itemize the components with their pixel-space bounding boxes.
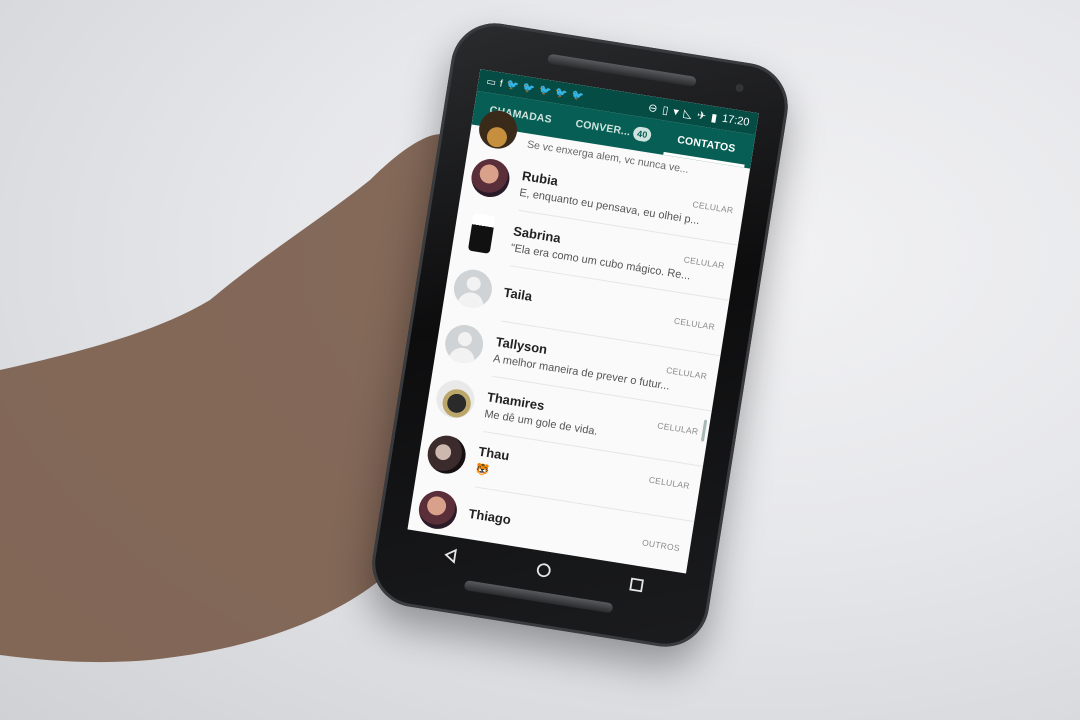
airplane-icon: ✈ (696, 109, 708, 123)
battery-icon: ▮ (710, 111, 718, 125)
vibrate-icon: ▯ (661, 103, 670, 117)
contact-type: CELULAR (683, 253, 726, 271)
default-avatar-icon[interactable] (442, 322, 486, 366)
screen: ▭ f 🐦 🐦 🐦 🐦 🐦 ⊖ ▯ ▾ ◺ ✈ ▮ 17:20 CHAMADAS… (407, 69, 759, 574)
contact-name: Thau (477, 443, 511, 464)
back-icon[interactable] (434, 538, 468, 572)
default-avatar-icon[interactable] (451, 266, 495, 311)
twitter-icon: 🐦 (538, 84, 553, 97)
twitter-icon: 🐦 (505, 78, 520, 92)
avatar[interactable] (468, 156, 513, 200)
avatar[interactable] (416, 488, 460, 532)
contact-type: CELULAR (665, 364, 708, 381)
clock: 17:20 (721, 112, 751, 129)
twitter-icon: 🐦 (570, 89, 585, 103)
do-not-disturb-icon: ⊖ (647, 101, 659, 115)
contact-name: Rubia (521, 167, 560, 189)
unread-badge: 40 (632, 125, 653, 143)
home-icon[interactable] (527, 553, 561, 587)
avatar[interactable] (467, 212, 496, 254)
avatar[interactable] (433, 377, 478, 422)
tab-label: CONVER... (574, 117, 632, 139)
scene: ▭ f 🐦 🐦 🐦 🐦 🐦 ⊖ ▯ ▾ ◺ ✈ ▮ 17:20 CHAMADAS… (0, 0, 1080, 720)
wifi-icon: ▾ (672, 105, 680, 119)
recents-icon[interactable] (619, 568, 653, 602)
contact-type: CELULAR (673, 315, 716, 332)
contact-name: Sabrina (512, 222, 562, 246)
contact-type: OUTROS (641, 536, 681, 553)
contact-type: CELULAR (691, 198, 735, 215)
message-icon: ▭ (485, 75, 497, 89)
earpiece-speaker (547, 53, 697, 87)
twitter-icon: 🐦 (554, 86, 569, 100)
contact-type: CELULAR (648, 474, 691, 491)
contact-name: Thiago (467, 505, 513, 527)
twitter-icon: 🐦 (521, 81, 536, 95)
tab-label: CONTATOS (676, 133, 737, 155)
facebook-icon: f (498, 77, 504, 90)
contact-name: Taila (502, 284, 534, 304)
front-camera (735, 83, 745, 93)
no-signal-icon: ◺ (682, 107, 694, 121)
contact-type: CELULAR (656, 419, 700, 437)
avatar[interactable] (424, 432, 469, 477)
contact-list[interactable]: Se vc enxerga alem, vc nunca ve... Rubia… (407, 107, 750, 573)
